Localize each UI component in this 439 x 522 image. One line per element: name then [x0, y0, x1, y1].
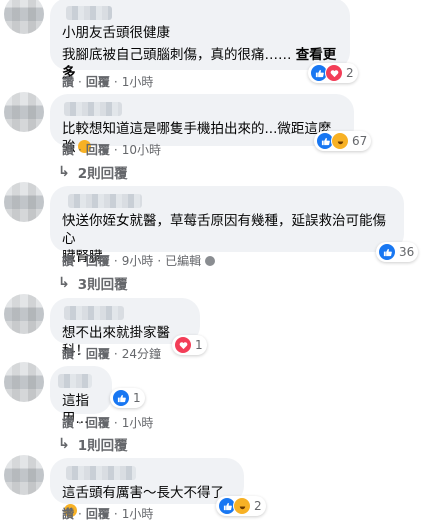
comment-bubble: 這舌頭有厲害～長大不得了 [50, 458, 244, 517]
author-name[interactable] [66, 466, 136, 480]
reaction-count: 2 [254, 499, 262, 513]
reply-button[interactable]: 回覆 [86, 73, 110, 90]
comment-actions: 讚 · 回覆 · 24分鐘 [62, 345, 161, 362]
reaction-summary[interactable]: 1 [110, 388, 145, 408]
author-name[interactable] [64, 102, 122, 116]
reaction-count: 36 [399, 245, 415, 259]
reaction-count: 1 [133, 391, 141, 405]
view-replies-link[interactable]: ↳ 2則回覆 [58, 162, 128, 182]
avatar[interactable] [4, 92, 44, 132]
comment-bubble: 小朋友舌頭很健康 我腳底被自己頭腦刺傷，真的很痛…… 查看更多 [50, 0, 350, 81]
edited-label: 已編輯 [165, 254, 202, 268]
author-name[interactable] [64, 306, 124, 320]
timestamp[interactable]: 1小時 [122, 73, 154, 90]
comment-bubble: 比較想知道這是哪隻手機拍出來的...微距這麼強 [50, 94, 354, 155]
like-button[interactable]: 讚 [62, 252, 74, 269]
haha-reaction-icon [331, 132, 349, 150]
reply-button[interactable]: 回覆 [86, 505, 110, 522]
comment-actions: 讚 · 回覆 · 1小時 [62, 505, 154, 522]
avatar[interactable] [4, 362, 44, 402]
comment-actions: 讚 · 回覆 · 9小時 · 已編輯 [62, 252, 216, 269]
reply-button[interactable]: 回覆 [86, 252, 110, 269]
reaction-summary[interactable]: 1 [172, 335, 207, 355]
like-button[interactable]: 讚 [62, 505, 74, 522]
replies-count: 2則回覆 [77, 166, 128, 182]
comment-actions: 讚 · 回覆 · 1小時 [62, 414, 154, 431]
haha-reaction-icon [233, 497, 251, 515]
reaction-summary[interactable]: 2 [308, 63, 358, 83]
reaction-count: 2 [346, 66, 354, 80]
love-reaction-icon [325, 64, 343, 82]
like-button[interactable]: 讚 [62, 141, 74, 158]
reply-button[interactable]: 回覆 [86, 345, 110, 362]
avatar[interactable] [4, 182, 44, 222]
reaction-count: 67 [352, 134, 368, 148]
comment-text: 快送你姪女就醫，草莓舌原因有幾種，延誤救治可能傷心 [62, 213, 386, 247]
replies-count: 3則回覆 [77, 277, 128, 293]
reply-arrow-icon: ↳ [58, 436, 70, 452]
like-button[interactable]: 讚 [62, 345, 74, 362]
author-name[interactable] [66, 6, 112, 20]
reply-arrow-icon: ↳ [58, 164, 70, 180]
comment-text: 小朋友舌頭很健康 [62, 25, 170, 41]
view-replies-link[interactable]: ↳ 1則回覆 [58, 434, 128, 454]
like-reaction-icon [112, 389, 130, 407]
reply-button[interactable]: 回覆 [86, 414, 110, 431]
comment-bubble: 這指甲... [50, 366, 112, 427]
reaction-count: 1 [195, 338, 203, 352]
author-name[interactable] [58, 374, 92, 388]
like-button[interactable]: 讚 [62, 73, 74, 90]
reaction-summary[interactable]: 2 [216, 496, 266, 516]
timestamp[interactable]: 9小時 [122, 252, 154, 269]
privacy-icon [205, 255, 216, 266]
like-button[interactable]: 讚 [62, 414, 74, 431]
comment-actions: 讚 · 回覆 · 1小時 [62, 73, 154, 90]
comment-bubble: 快送你姪女就醫，草莓舌原因有幾種，延誤救治可能傷心 臟腎臟。 [50, 186, 404, 265]
comment-text-content: 我腳底被自己頭腦刺傷，真的很痛…… [62, 47, 292, 63]
timestamp[interactable]: 1小時 [122, 414, 154, 431]
comment-actions: 讚 · 回覆 · 10小時 [62, 141, 161, 158]
love-reaction-icon [174, 336, 192, 354]
timestamp[interactable]: 24分鐘 [122, 345, 161, 362]
reaction-summary[interactable]: 36 [376, 242, 419, 262]
author-name[interactable] [68, 194, 142, 208]
like-reaction-icon [378, 243, 396, 261]
view-replies-link[interactable]: ↳ 3則回覆 [58, 273, 128, 293]
comment-text-content: 這舌頭有厲害～長大不得了 [62, 485, 224, 501]
reply-button[interactable]: 回覆 [86, 141, 110, 158]
reaction-summary[interactable]: 67 [314, 131, 372, 151]
avatar[interactable] [4, 294, 44, 334]
avatar[interactable] [4, 0, 44, 34]
replies-count: 1則回覆 [77, 438, 128, 454]
timestamp[interactable]: 1小時 [122, 505, 154, 522]
avatar[interactable] [4, 455, 44, 495]
timestamp[interactable]: 10小時 [122, 141, 161, 158]
reply-arrow-icon: ↳ [58, 275, 70, 291]
